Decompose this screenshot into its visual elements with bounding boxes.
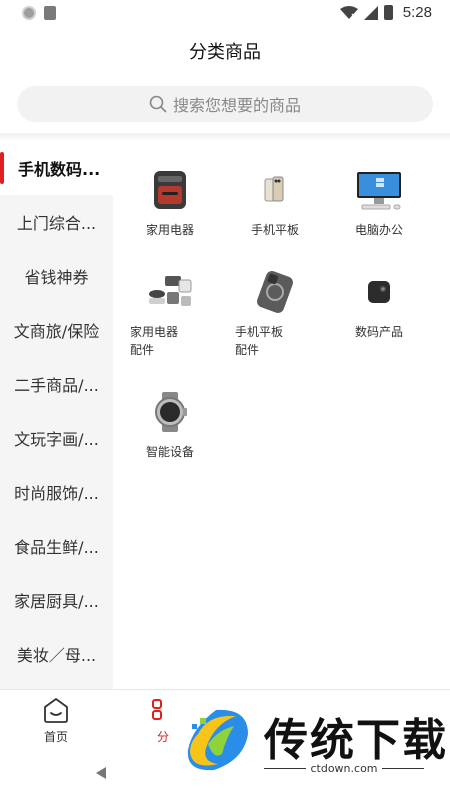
category-item[interactable]: 智能设备	[120, 387, 220, 461]
sidebar-item-coupons[interactable]: 省钱神券	[0, 249, 113, 303]
sidebar-item-antiques[interactable]: 文玩字画/...	[0, 411, 113, 465]
computer-icon	[354, 165, 404, 215]
appliance-parts-icon	[145, 267, 195, 317]
watermark: 传统下载 ctdown.com	[170, 690, 450, 800]
category-grid: 家用电器 手机平板 电脑办公 家用电器 配件 手机平板 配件 数码产品 智能设备	[113, 141, 450, 689]
wifi-icon	[339, 5, 358, 19]
sidebar-item-home-kitchen[interactable]: 家居厨具/...	[0, 573, 113, 627]
status-bar: 5:28	[0, 0, 450, 28]
category-label: 家用电器	[145, 223, 194, 237]
nav-category-label: 分	[156, 730, 169, 744]
category-label: 手机平板	[250, 223, 299, 237]
sidebar-item-fashion[interactable]: 时尚服饰/...	[0, 465, 113, 519]
category-label: 智能设备	[145, 445, 194, 459]
category-label: 手机平板 配件	[235, 325, 284, 357]
phone-case-icon	[250, 267, 300, 317]
category-sidebar: 手机数码... 上门综合... 省钱神券 文商旅/保险 二手商品/... 文玩字…	[0, 141, 113, 689]
category-item[interactable]: 手机平板	[225, 165, 325, 239]
battery-icon	[383, 5, 393, 20]
search-placeholder: 搜索您想要的商品	[172, 96, 301, 115]
header-divider	[0, 133, 450, 141]
camera-icon	[354, 267, 404, 317]
watermark-url: ctdown.com	[264, 762, 424, 775]
category-label: 电脑办公	[354, 223, 403, 237]
nav-home[interactable]: 首页	[26, 696, 86, 745]
sidebar-item-fresh-food[interactable]: 食品生鲜/...	[0, 519, 113, 573]
category-label: 家用电器 配件	[130, 325, 179, 357]
sidebar-item-beauty-baby[interactable]: 美妆／母...	[0, 627, 113, 681]
watermark-text: 传统下载	[264, 715, 448, 766]
signal-icon	[363, 5, 378, 20]
watermark-url-text: ctdown.com	[310, 762, 378, 775]
phone-icon	[250, 165, 300, 215]
category-label: 数码产品	[354, 325, 403, 339]
sidebar-item-home-service[interactable]: 上门综合...	[0, 195, 113, 249]
smartwatch-icon	[145, 387, 195, 437]
category-item[interactable]: 家用电器 配件	[120, 267, 220, 359]
search-input[interactable]: 搜索您想要的商品	[17, 86, 433, 122]
category-item[interactable]: 电脑办公	[329, 165, 429, 239]
search-icon	[149, 95, 167, 113]
sidebar-item-second-hand[interactable]: 二手商品/...	[0, 357, 113, 411]
sidebar-item-digital[interactable]: 手机数码...	[0, 141, 113, 195]
nav-home-label: 首页	[43, 730, 68, 744]
category-item[interactable]: 数码产品	[329, 267, 429, 341]
sd-card-icon	[44, 6, 56, 20]
category-item[interactable]: 手机平板 配件	[225, 267, 325, 359]
page-title: 分类商品	[189, 42, 261, 63]
status-time: 5:28	[402, 4, 432, 21]
notification-dot-icon	[22, 6, 36, 20]
category-item[interactable]: 家用电器	[120, 165, 220, 239]
back-triangle-icon[interactable]	[93, 765, 109, 781]
air-fryer-icon	[145, 165, 195, 215]
sidebar-item-travel-insurance[interactable]: 文商旅/保险	[0, 303, 113, 357]
watermark-logo-icon	[187, 709, 248, 771]
home-icon	[44, 698, 68, 723]
